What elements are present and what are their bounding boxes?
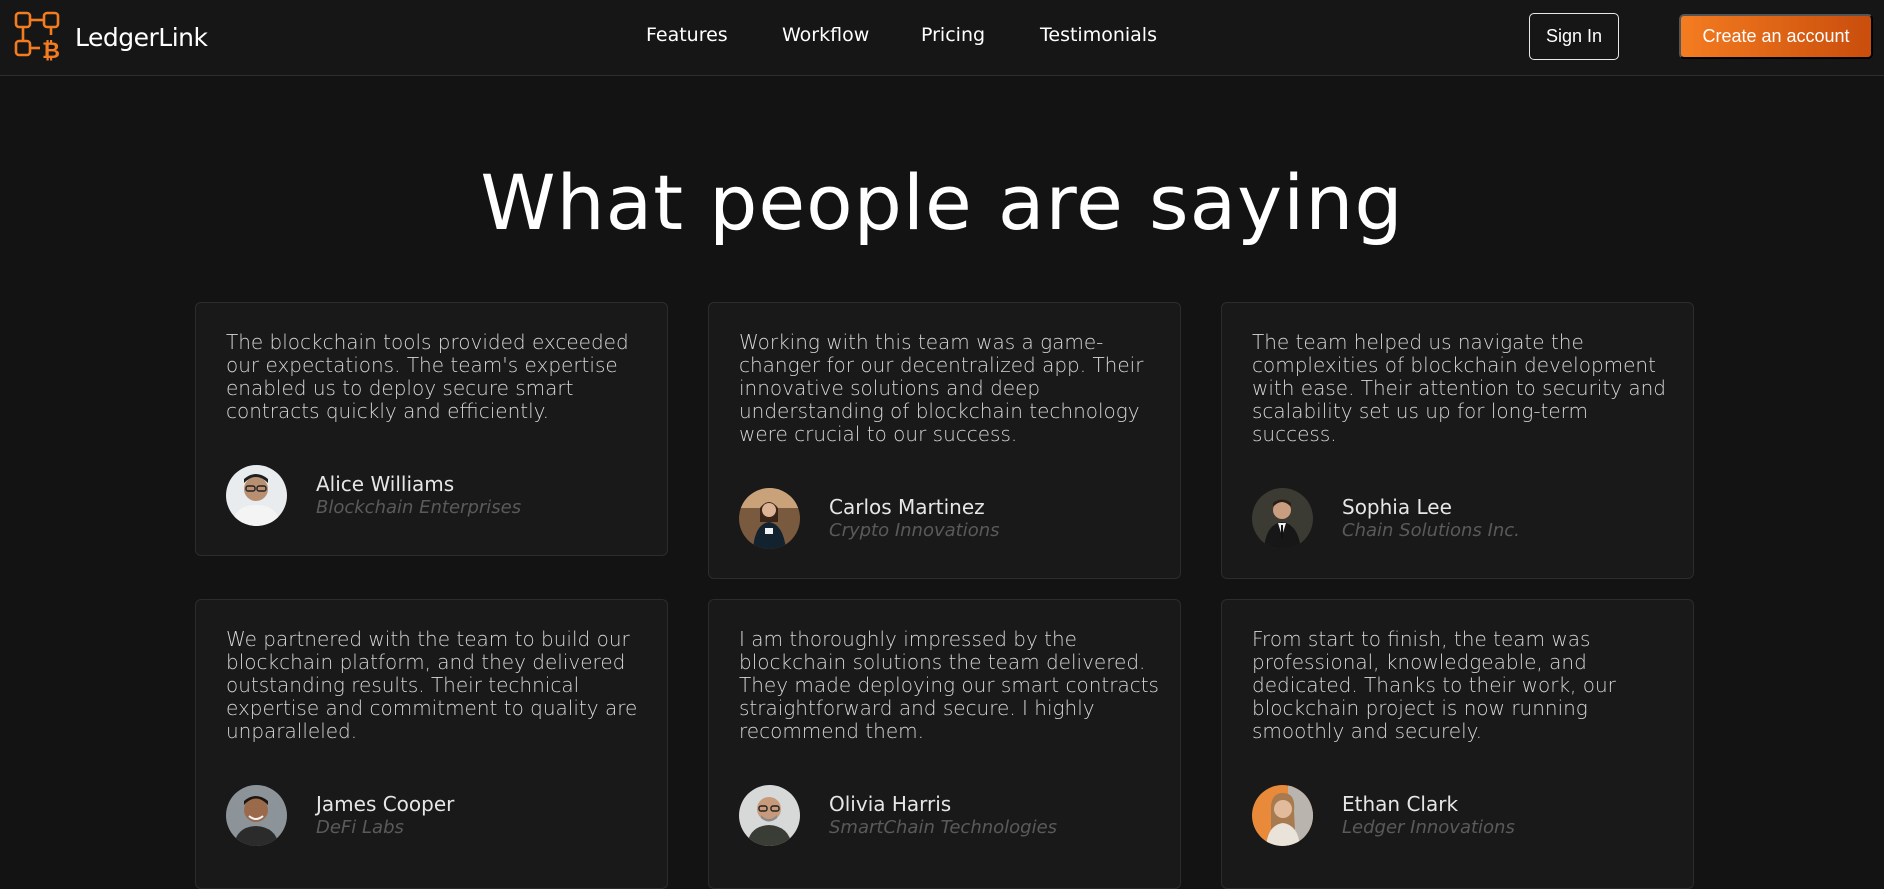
testimonials-title: What people are saying [480,158,1404,247]
person-photo-icon [739,785,800,846]
avatar [739,785,800,846]
author-name: Carlos Martinez [829,494,985,519]
testimonial-author: James Cooper DeFi Labs [226,785,454,846]
testimonial-author: Alice Williams Blockchain Enterprises [226,465,521,526]
testimonial-quote: We partnered with the team to build our … [226,627,638,743]
author-name: Alice Williams [316,471,455,496]
brand-name: LedgerLink [75,22,208,52]
author-company: Ledger Innovations [1342,816,1515,838]
author-company: DeFi Labs [316,816,404,838]
avatar [1252,488,1313,549]
brand[interactable]: ₿ LedgerLink [14,11,208,63]
testimonial-quote: From start to finish, the team was profe… [1252,627,1616,743]
testimonial-card: I am thoroughly impressed by the blockch… [708,599,1181,889]
create-account-button[interactable]: Create an account [1679,14,1873,59]
testimonial-card: We partnered with the team to build our … [195,599,668,889]
nav-pricing[interactable]: Pricing [921,24,985,46]
author-name: James Cooper [316,791,455,816]
author-name: Sophia Lee [1342,494,1452,519]
testimonial-quote: The team helped us navigate the complexi… [1252,330,1666,446]
testimonial-author: Carlos Martinez Crypto Innovations [739,488,1000,549]
testimonial-author: Olivia Harris SmartChain Technologies [739,785,1057,846]
nav-workflow[interactable]: Workflow [782,24,869,46]
testimonial-quote: I am thoroughly impressed by the blockch… [739,627,1159,743]
author-name: Olivia Harris [829,791,952,816]
author-company: SmartChain Technologies [829,816,1058,838]
person-photo-icon [226,785,287,846]
testimonial-quote: Working with this team was a game-change… [739,330,1144,446]
nav-testimonials[interactable]: Testimonials [1040,24,1157,46]
testimonial-card: From start to finish, the team was profe… [1221,599,1694,889]
author-company: Chain Solutions Inc. [1342,519,1520,541]
person-photo-icon [226,465,287,526]
testimonial-author: Ethan Clark Ledger Innovations [1252,785,1515,846]
author-company: Crypto Innovations [829,519,1000,541]
testimonial-card: Working with this team was a game-change… [708,302,1181,579]
blockchain-bitcoin-logo-icon: ₿ [14,11,60,63]
avatar [226,785,287,846]
avatar [226,465,287,526]
testimonial-author: Sophia Lee Chain Solutions Inc. [1252,488,1520,549]
author-name: Ethan Clark [1342,791,1459,816]
author-company: Blockchain Enterprises [316,496,522,518]
person-photo-icon [1252,488,1313,549]
person-photo-icon [1252,785,1313,846]
avatar [739,488,800,549]
svg-text:₿: ₿ [42,39,60,63]
testimonial-quote: The blockchain tools provided exceeded o… [226,330,629,423]
top-navbar: ₿ LedgerLink Features Workflow Pricing T… [0,0,1884,76]
testimonial-card: The team helped us navigate the complexi… [1221,302,1694,579]
person-photo-icon [739,488,800,549]
nav-features[interactable]: Features [646,24,728,46]
testimonial-card: The blockchain tools provided exceeded o… [195,302,668,556]
sign-in-button[interactable]: Sign In [1529,13,1619,60]
avatar [1252,785,1313,846]
